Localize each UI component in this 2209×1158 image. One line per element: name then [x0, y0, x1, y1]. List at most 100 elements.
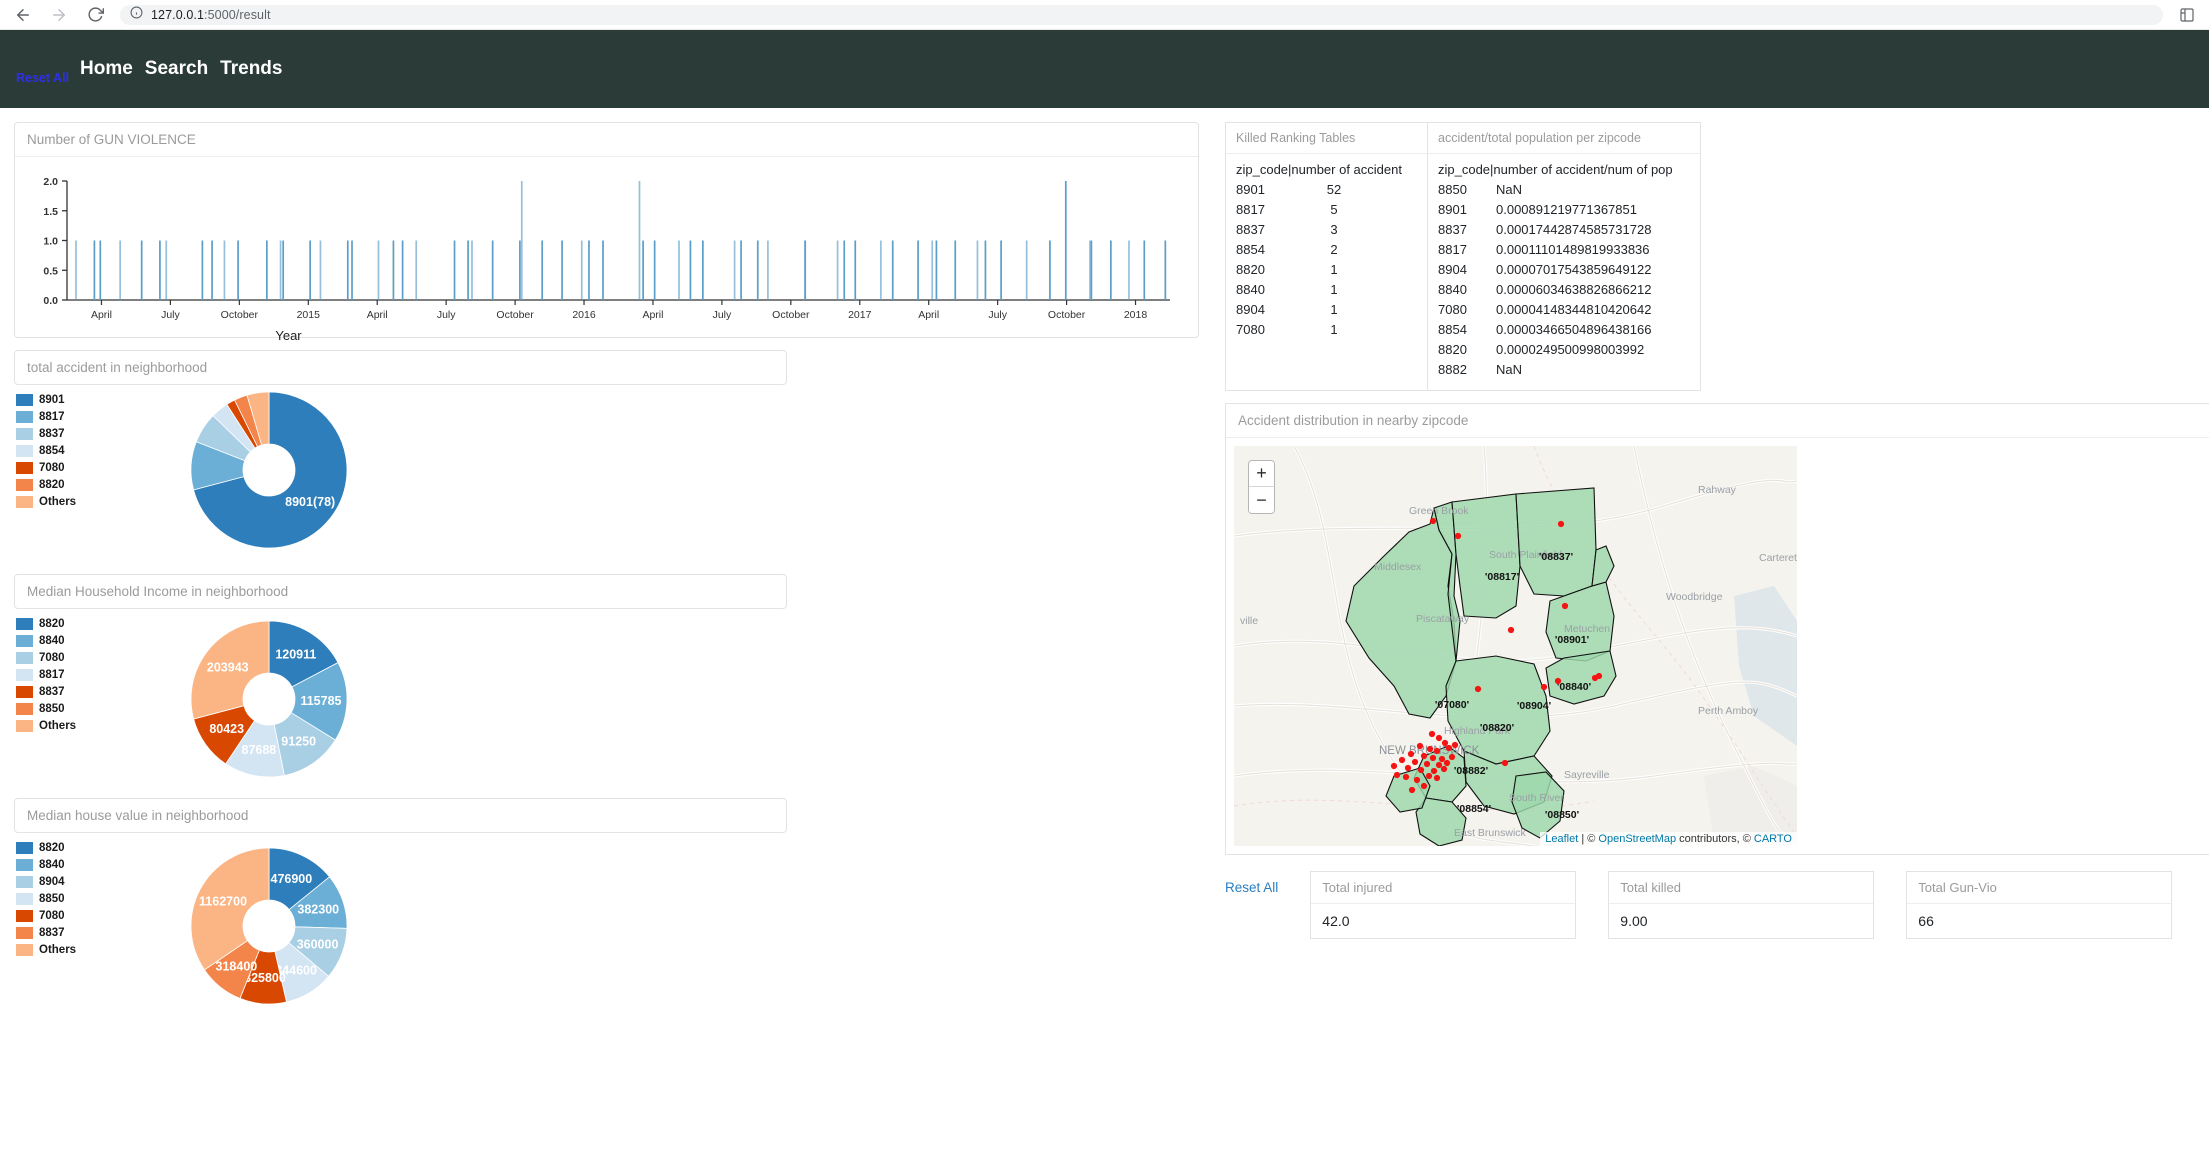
- map-accident-marker[interactable]: [1443, 759, 1451, 767]
- legend-item[interactable]: 8837: [16, 683, 106, 700]
- donut-slice-label: 318400: [216, 960, 258, 974]
- legend-item[interactable]: Others: [16, 493, 106, 510]
- map-accident-marker[interactable]: [1423, 760, 1431, 768]
- legend-item[interactable]: 8817: [16, 408, 106, 425]
- map-accident-marker[interactable]: [1501, 759, 1509, 767]
- map-zoom-out-button[interactable]: −: [1249, 487, 1274, 513]
- legend-item[interactable]: 7080: [16, 907, 106, 924]
- map-accident-marker[interactable]: [1557, 520, 1565, 528]
- map-accident-marker[interactable]: [1441, 739, 1449, 747]
- stat-value-total-killed: 9.00: [1620, 913, 1648, 929]
- donut-legend-income[interactable]: 8820 8840 7080 8817 8837 8850 Others: [14, 609, 106, 734]
- map-accident-marker[interactable]: [1425, 772, 1433, 780]
- address-bar[interactable]: 127.0.0.1:5000/result: [120, 4, 2163, 25]
- nav-item-trends[interactable]: Trends: [220, 58, 282, 80]
- legend-color-swatch: [16, 495, 33, 508]
- legend-item[interactable]: 8850: [16, 700, 106, 717]
- legend-color-swatch: [16, 617, 33, 630]
- legend-item[interactable]: Others: [16, 717, 106, 734]
- legend-item[interactable]: 8840: [16, 632, 106, 649]
- legend-item[interactable]: 8820: [16, 476, 106, 493]
- map-accident-marker[interactable]: [1429, 754, 1437, 762]
- svg-text:2018: 2018: [1124, 309, 1148, 321]
- info-circle-icon[interactable]: [130, 6, 143, 24]
- legend-item[interactable]: 8817: [16, 666, 106, 683]
- donut-legend-house-value[interactable]: 8820 8840 8904 8850 7080 8837 Others: [14, 833, 106, 958]
- map-accident-marker[interactable]: [1413, 776, 1421, 784]
- map-zoom-in-button[interactable]: +: [1249, 461, 1274, 487]
- legend-item[interactable]: 8837: [16, 924, 106, 941]
- nav-item-home[interactable]: Home: [80, 58, 133, 80]
- reset-all-link[interactable]: Reset All: [1225, 871, 1278, 895]
- map-accident-marker[interactable]: [1402, 773, 1410, 781]
- map-accident-marker[interactable]: [1398, 756, 1406, 764]
- map-accident-marker[interactable]: [1407, 750, 1415, 758]
- map-accident-marker[interactable]: [1408, 786, 1416, 794]
- map-accident-marker[interactable]: [1393, 771, 1401, 779]
- map-accident-marker[interactable]: [1435, 761, 1443, 769]
- carto-link[interactable]: CARTO: [1754, 833, 1792, 845]
- map-accident-marker[interactable]: [1474, 685, 1482, 693]
- map-accident-marker[interactable]: [1451, 741, 1459, 749]
- legend-item[interactable]: 8820: [16, 615, 106, 632]
- map-accident-marker[interactable]: [1417, 766, 1425, 774]
- extension-icon[interactable]: [2177, 5, 2197, 25]
- legend-item[interactable]: 8840: [16, 856, 106, 873]
- stat-label-total-gun-vio: Total Gun-Vio: [1907, 872, 2172, 904]
- legend-item-label: 8837: [39, 427, 65, 440]
- map-accident-marker[interactable]: [1445, 744, 1453, 752]
- legend-item[interactable]: 8854: [16, 442, 106, 459]
- map-accident-marker[interactable]: [1433, 774, 1441, 782]
- map-accident-marker[interactable]: [1438, 755, 1446, 763]
- legend-item[interactable]: 8901: [16, 391, 106, 408]
- legend-item[interactable]: 8904: [16, 873, 106, 890]
- map-accident-marker[interactable]: [1390, 762, 1398, 770]
- map-accident-marker[interactable]: [1411, 758, 1419, 766]
- legend-item[interactable]: 7080: [16, 649, 106, 666]
- svg-text:Year: Year: [275, 328, 302, 343]
- map-accident-marker[interactable]: [1454, 532, 1462, 540]
- map-accident-marker[interactable]: [1595, 672, 1603, 680]
- map-accident-marker[interactable]: [1420, 752, 1428, 760]
- reload-icon[interactable]: [84, 4, 106, 26]
- table-row: 8817 0.00011101489819933836: [1438, 240, 1690, 260]
- donut-chart-house-value[interactable]: 4769003823003600003446003258003184001162…: [106, 833, 446, 1028]
- map-accident-marker[interactable]: [1429, 517, 1437, 525]
- leaflet-map[interactable]: Green Brook Rahway Middlesex South Plainfie…: [1234, 446, 1797, 846]
- map-accident-marker[interactable]: [1561, 602, 1569, 610]
- map-accident-marker[interactable]: [1428, 730, 1436, 738]
- nav-item-search[interactable]: Search: [145, 58, 208, 80]
- map-accident-marker[interactable]: [1430, 767, 1438, 775]
- legend-item[interactable]: 8837: [16, 425, 106, 442]
- map-accident-marker[interactable]: [1435, 734, 1443, 742]
- map-accident-marker[interactable]: [1540, 683, 1548, 691]
- map-accident-marker[interactable]: [1448, 753, 1456, 761]
- map-accident-marker[interactable]: [1554, 677, 1562, 685]
- table-cell-value: 2: [1330, 242, 1338, 257]
- map-accident-marker[interactable]: [1426, 745, 1434, 753]
- map-accident-marker[interactable]: [1420, 782, 1428, 790]
- map-accident-marker[interactable]: [1433, 747, 1441, 755]
- map-accident-marker[interactable]: [1507, 626, 1515, 634]
- donut-chart-income[interactable]: 120911 115785 91250 87688 80423 203943: [106, 609, 446, 794]
- donut-legend-accidents[interactable]: 8901 8817 8837 8854 7080 8820 Others: [14, 385, 106, 510]
- gun-violence-bar-chart[interactable]: 0.0 0.5 1.0 1.5 2.0 April July October 2015 April…: [15, 163, 1198, 343]
- map-accident-marker[interactable]: [1404, 764, 1412, 772]
- legend-color-swatch: [16, 410, 33, 423]
- map-accident-marker[interactable]: [1416, 742, 1424, 750]
- legend-item-label: 8850: [39, 892, 65, 905]
- map-zipcode-label: '08904': [1517, 700, 1551, 712]
- legend-item[interactable]: 8850: [16, 890, 106, 907]
- legend-item[interactable]: Others: [16, 941, 106, 958]
- leaflet-link[interactable]: Leaflet: [1545, 833, 1578, 845]
- legend-item[interactable]: 7080: [16, 459, 106, 476]
- navbar-reset-all-link[interactable]: Reset All: [0, 71, 80, 85]
- back-arrow-icon[interactable]: [12, 4, 34, 26]
- legend-item[interactable]: 8820: [16, 839, 106, 856]
- table-cell-zipcode: 7080: [1438, 302, 1467, 317]
- openstreetmap-link[interactable]: OpenStreetMap: [1598, 833, 1676, 845]
- donut-slice-label: 203943: [207, 660, 249, 674]
- donut-chart-accidents[interactable]: 8901(78): [106, 385, 446, 570]
- stat-label-total-killed: Total killed: [1609, 872, 1874, 904]
- map-accident-marker[interactable]: [1440, 765, 1448, 773]
